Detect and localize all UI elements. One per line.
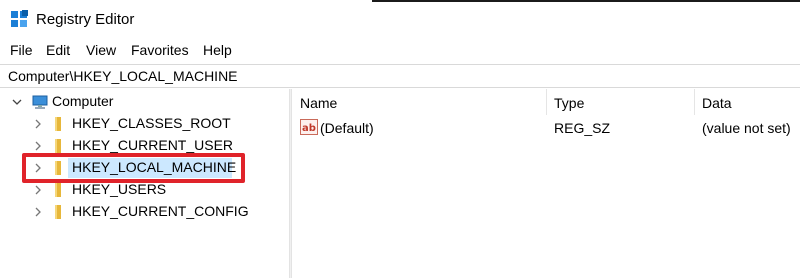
menu-favorites[interactable]: Favorites (131, 42, 189, 58)
red-annotation-box (22, 153, 245, 183)
table-row[interactable]: ab (Default) REG_SZ (value not set) (292, 117, 800, 139)
folder-icon (55, 139, 61, 153)
values-list: Name Type Data ab (Default) REG_SZ (valu… (292, 89, 800, 278)
tree-item-hkey-classes-root[interactable]: HKEY_CLASSES_ROOT (0, 113, 289, 135)
tree-label-computer: Computer (52, 93, 114, 109)
tree-label: HKEY_CURRENT_CONFIG (72, 203, 249, 219)
folder-icon (55, 117, 61, 131)
menu-view[interactable]: View (86, 42, 116, 58)
chevron-right-icon[interactable] (33, 117, 43, 131)
folder-icon (55, 205, 61, 219)
address-bar[interactable]: Computer\HKEY_LOCAL_MACHINE (0, 64, 800, 88)
chevron-right-icon[interactable] (33, 139, 43, 153)
column-header-data[interactable]: Data (694, 89, 800, 115)
menu-help[interactable]: Help (203, 42, 232, 58)
chevron-right-icon[interactable] (33, 205, 43, 219)
menu-bar: File Edit View Favorites Help (0, 40, 800, 62)
value-type: REG_SZ (554, 120, 611, 136)
tree-item-hkey-current-config[interactable]: HKEY_CURRENT_CONFIG (0, 201, 289, 223)
title-bar-edge (372, 0, 800, 2)
menu-edit[interactable]: Edit (46, 42, 70, 58)
window-title: Registry Editor (36, 11, 135, 28)
column-label: Type (554, 95, 585, 111)
tree-label: HKEY_USERS (72, 181, 167, 197)
value-name: (Default) (320, 120, 374, 136)
folder-icon (55, 183, 61, 197)
column-header-name[interactable]: Name (292, 89, 546, 115)
tree-item-computer[interactable]: Computer (0, 91, 289, 113)
column-label: Name (300, 95, 338, 111)
tree-label: HKEY_CLASSES_ROOT (72, 115, 231, 131)
title-bar: Registry Editor (0, 0, 800, 38)
chevron-right-icon[interactable] (33, 183, 43, 197)
column-label: Data (702, 95, 732, 111)
registry-icon (11, 10, 28, 27)
svg-text:ab: ab (302, 123, 316, 134)
address-path[interactable]: Computer\HKEY_LOCAL_MACHINE (8, 68, 238, 84)
chevron-down-icon[interactable] (12, 95, 22, 109)
string-value-icon: ab (300, 119, 318, 135)
menu-file[interactable]: File (10, 42, 33, 58)
column-header-type[interactable]: Type (546, 89, 694, 115)
key-tree: Computer HKEY_CLASSES_ROOT HKEY_CURRENT_… (0, 89, 289, 278)
value-data: (value not set) (702, 120, 791, 136)
tree-label: HKEY_CURRENT_USER (72, 137, 234, 153)
computer-icon (32, 95, 48, 109)
